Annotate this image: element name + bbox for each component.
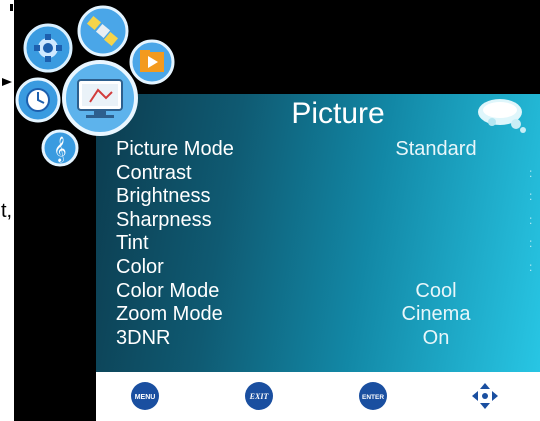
menu-button-label: MENU xyxy=(135,394,156,401)
menu-item-label: Zoom Mode xyxy=(116,303,223,326)
menu-item-label: Color Mode xyxy=(116,279,220,302)
enter-button-label: ENTER xyxy=(362,394,384,401)
exit-button-label: EXIT xyxy=(249,392,270,401)
exit-button-icon: EXIT xyxy=(245,382,273,410)
enter-button[interactable]: ENTER xyxy=(358,381,388,411)
menu-item-sharpness[interactable]: Sharpness : xyxy=(116,209,536,233)
picture-monitor-icon[interactable] xyxy=(60,58,140,138)
menu-button-icon: MENU xyxy=(131,382,159,410)
slider-marker: : xyxy=(529,212,533,227)
menu-item-label: Color xyxy=(116,255,164,278)
menu-item-value: On xyxy=(422,326,450,349)
menu-item-zoom-mode[interactable]: Zoom Mode Cinema xyxy=(116,303,536,327)
navigate-button[interactable] xyxy=(470,381,500,411)
slider-marker: : xyxy=(529,236,533,251)
enter-button-icon: ENTER xyxy=(359,382,387,410)
slider-marker: : xyxy=(529,189,533,204)
tv-screen: t, Picture Picture Mode Standard Contras… xyxy=(0,0,540,421)
navigate-arrows-icon xyxy=(472,383,498,409)
remote-button-bar: MENU EXIT ENTER xyxy=(96,372,540,421)
menu-item-value: Standard xyxy=(395,138,477,160)
menu-item-color-mode[interactable]: Color Mode Cool xyxy=(116,280,536,304)
menu-list: Picture Mode Standard Contrast : Brightn… xyxy=(116,138,536,350)
clock-icon[interactable] xyxy=(14,76,62,124)
slider-marker: : xyxy=(529,259,533,274)
menu-item-value: Cool xyxy=(415,279,457,302)
exit-button[interactable]: EXIT xyxy=(244,381,274,411)
menu-item-label: Brightness xyxy=(116,185,211,208)
menu-item-label: Picture Mode xyxy=(116,138,234,160)
stray-text: t, xyxy=(1,200,13,222)
menu-item-tint[interactable]: Tint : xyxy=(116,232,536,256)
menu-item-label: 3DNR xyxy=(116,326,171,349)
svg-text:𝄞: 𝄞 xyxy=(53,136,66,162)
menu-item-label: Tint xyxy=(116,232,149,255)
stray-mark xyxy=(10,4,13,11)
menu-item-3dnr[interactable]: 3DNR On xyxy=(116,327,536,351)
satellite-icon[interactable] xyxy=(76,4,130,58)
left-margin: t, xyxy=(0,0,14,421)
music-note-icon[interactable]: 𝄞 xyxy=(40,128,80,168)
menu-item-contrast[interactable]: Contrast : xyxy=(116,162,536,186)
speech-bubble-icon xyxy=(478,99,526,133)
menu-item-picture-mode[interactable]: Picture Mode Standard xyxy=(116,138,536,162)
arrow-right-icon xyxy=(2,78,12,86)
menu-item-label: Contrast xyxy=(116,161,192,184)
menu-item-label: Sharpness xyxy=(116,208,212,231)
menu-button[interactable]: MENU xyxy=(130,381,160,411)
menu-item-brightness[interactable]: Brightness : xyxy=(116,185,536,209)
slider-marker: : xyxy=(529,165,533,180)
menu-item-value: Cinema xyxy=(401,303,471,326)
menu-item-color[interactable]: Color : xyxy=(116,256,536,280)
